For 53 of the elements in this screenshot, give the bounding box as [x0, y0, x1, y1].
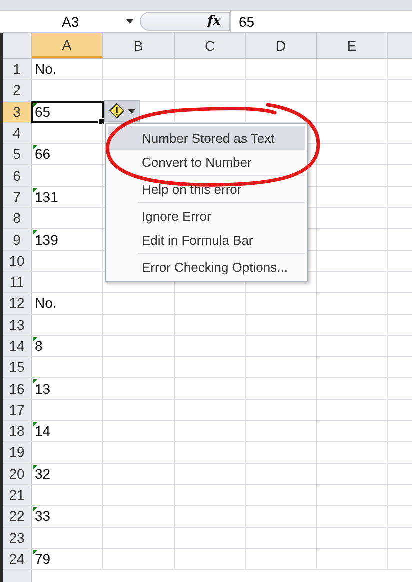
- row-header[interactable]: 4: [3, 122, 32, 144]
- row-header[interactable]: 16: [3, 378, 32, 399]
- row-header[interactable]: 1: [3, 59, 32, 80]
- row-header[interactable]: 5: [3, 144, 32, 164]
- row-header[interactable]: 11: [3, 272, 32, 292]
- menu-item[interactable]: Ignore Error: [108, 204, 305, 228]
- caret-icon: [128, 108, 136, 114]
- table-cell: 32: [32, 464, 103, 484]
- row-header[interactable]: 14: [3, 336, 32, 356]
- menu-item[interactable]: Convert to Number: [108, 150, 305, 174]
- row-header[interactable]: 19: [3, 442, 32, 463]
- table-cell: 131: [32, 186, 103, 208]
- row-header[interactable]: 15: [3, 357, 32, 378]
- row-header[interactable]: 22: [3, 506, 32, 527]
- row-header[interactable]: 23: [3, 528, 32, 548]
- table-cell: 66: [32, 144, 103, 164]
- table-cell: 65: [32, 102, 103, 122]
- table-cell: 33: [32, 506, 103, 527]
- row-header[interactable]: 17: [3, 400, 32, 420]
- column-header[interactable]: D: [246, 33, 317, 58]
- menu-header: Number Stored as Text: [108, 126, 305, 150]
- row-header[interactable]: 18: [3, 421, 32, 442]
- row-header[interactable]: 3: [3, 102, 32, 122]
- row-header[interactable]: 21: [3, 484, 32, 506]
- column-header[interactable]: C: [175, 33, 246, 58]
- table-cell: No.: [32, 293, 103, 314]
- column-header[interactable]: A: [32, 33, 103, 58]
- formula-field[interactable]: 65: [230, 11, 412, 32]
- error-options-button[interactable]: [104, 100, 140, 122]
- insert-function-button[interactable]: fx: [208, 14, 221, 29]
- name-box[interactable]: A3: [0, 12, 140, 31]
- row-header[interactable]: 12: [3, 293, 32, 314]
- table-cell: 14: [32, 421, 103, 442]
- warning-icon: [108, 103, 124, 119]
- row-header[interactable]: 20: [3, 464, 32, 484]
- column-header[interactable]: B: [103, 33, 175, 58]
- caret-icon[interactable]: [126, 19, 134, 24]
- column-header[interactable]: E: [317, 33, 388, 58]
- row-header[interactable]: 8: [3, 208, 32, 228]
- row-header[interactable]: 2: [3, 80, 32, 101]
- table-cell: No.: [32, 59, 103, 80]
- menu-item[interactable]: Error Checking Options...: [108, 255, 305, 279]
- row-header[interactable]: 7: [3, 186, 32, 208]
- table-cell: 13: [32, 378, 103, 399]
- row-header[interactable]: 13: [3, 314, 32, 335]
- row-header[interactable]: 10: [3, 250, 32, 271]
- table-cell: 139: [32, 229, 103, 250]
- row-header[interactable]: 24: [3, 548, 32, 570]
- row-header[interactable]: 9: [3, 229, 32, 250]
- row-header[interactable]: 6: [3, 165, 32, 186]
- table-cell: 8: [32, 336, 103, 356]
- menu-item[interactable]: Edit in Formula Bar: [108, 228, 305, 252]
- table-cell: 79: [32, 548, 103, 570]
